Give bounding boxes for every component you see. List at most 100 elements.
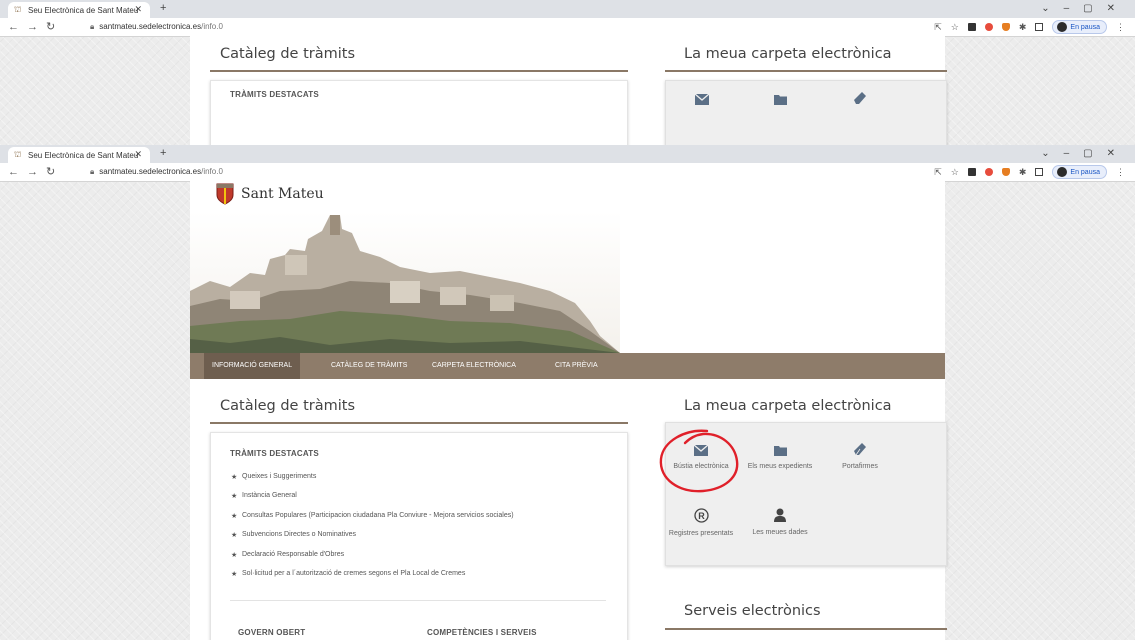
extensions-toolbar: ⇱ ☆ ✱ En pausa ⋮ bbox=[934, 20, 1125, 34]
folder-item-registres[interactable]: R Registres presentats bbox=[661, 508, 741, 538]
nav-informacio-general[interactable]: INFORMACIÓ GENERAL bbox=[204, 353, 301, 379]
adblock-extension-icon[interactable] bbox=[984, 168, 993, 176]
competencies-heading[interactable]: COMPETÈNCIES I SERVEIS bbox=[427, 628, 537, 637]
catalog-title: Catàleg de tràmits bbox=[220, 46, 356, 62]
coat-of-arms-icon bbox=[216, 183, 234, 205]
star-icon: ★ bbox=[231, 493, 238, 501]
url-field[interactable]: 🔒︎ santmateu.sedelectronica.es/info.0 bbox=[90, 167, 223, 177]
star-icon: ★ bbox=[231, 474, 238, 481]
town-name: Sant Mateu bbox=[241, 186, 324, 202]
folder-item-label: Registres presentats bbox=[668, 530, 734, 537]
url-field[interactable]: 🔒︎ santmateu.sedelectronica.es/info.0 bbox=[90, 22, 223, 32]
sign-pen-icon bbox=[854, 443, 866, 456]
featured-procedures-heading: TRÀMITS DESTACATS bbox=[230, 90, 319, 99]
folder-title-rule bbox=[665, 70, 947, 72]
folder-item-label: Les meues dades bbox=[752, 529, 808, 536]
side-panel-icon[interactable] bbox=[1035, 23, 1044, 31]
registered-icon: R bbox=[693, 508, 709, 523]
procedure-link[interactable]: ★ Consultas Populares (Participacion ciud… bbox=[231, 512, 514, 531]
address-bar: ←→↻ 🔒︎ santmateu.sedelectronica.es/info.0… bbox=[0, 18, 1135, 37]
profile-button[interactable]: En pausa bbox=[1052, 165, 1107, 179]
tab-strip: ⛫ Seu Electrònica de Sant Mateu ✕ + ⌄–▢✕ bbox=[0, 145, 1135, 163]
navigation-buttons[interactable]: ←→↻ bbox=[8, 20, 63, 33]
shield-extension-icon[interactable] bbox=[1001, 168, 1010, 176]
share-icon[interactable]: ⇱ bbox=[934, 167, 942, 178]
section-divider bbox=[230, 600, 606, 601]
folder-item-label: Portafirmes bbox=[842, 463, 878, 470]
star-icon: ★ bbox=[231, 532, 238, 540]
procedure-link[interactable]: ★ Queixes i Suggeriments bbox=[231, 473, 514, 492]
catalog-title-rule bbox=[210, 422, 628, 424]
nav-cataleg-tramits[interactable]: CATÀLEG DE TRÀMITS bbox=[331, 353, 407, 379]
browser-tab[interactable]: ⛫ Seu Electrònica de Sant Mateu ✕ bbox=[8, 147, 150, 163]
procedure-link[interactable]: ★ Instància General bbox=[231, 492, 514, 511]
url-path: /info.0 bbox=[201, 167, 223, 176]
catalog-title-rule bbox=[210, 70, 628, 72]
menu-kebab-icon[interactable]: ⋮ bbox=[1116, 167, 1125, 178]
navigation-buttons[interactable]: ←→↻ bbox=[8, 165, 63, 178]
star-icon: ★ bbox=[231, 512, 238, 520]
puzzle-extensions-icon[interactable]: ✱ bbox=[1019, 167, 1027, 178]
lock-icon: 🔒︎ bbox=[90, 167, 95, 176]
folder-item-expedients[interactable]: Els meus expedients bbox=[740, 445, 820, 471]
browser-tab[interactable]: ⛫ Seu Electrònica de Sant Mateu ✕ bbox=[8, 2, 150, 18]
svg-text:R: R bbox=[698, 511, 705, 521]
adblock-extension-icon[interactable] bbox=[984, 23, 993, 31]
extension-icon[interactable] bbox=[967, 168, 976, 176]
web-page: Catàleg de tràmits TRÀMITS DESTACATS La … bbox=[190, 36, 947, 145]
procedure-link[interactable]: ★ Declaració Responsable d'Obres bbox=[231, 551, 514, 570]
new-tab-button[interactable]: + bbox=[160, 2, 166, 14]
share-icon[interactable]: ⇱ bbox=[934, 22, 942, 33]
envelope-icon[interactable] bbox=[695, 94, 709, 105]
featured-procedures-list: ★ Queixes i Suggeriments ★ Instància Gener… bbox=[231, 473, 514, 589]
nav-cita-previa[interactable]: CITA PRÈVIA bbox=[555, 353, 598, 379]
menu-kebab-icon[interactable]: ⋮ bbox=[1116, 22, 1125, 33]
window-controls[interactable]: ⌄–▢✕ bbox=[1041, 148, 1129, 159]
folder-item-dades[interactable]: Les meues dades bbox=[740, 508, 820, 537]
url-host: santmateu.sedelectronica.es bbox=[99, 167, 202, 176]
site-favicon-icon: ⛫ bbox=[14, 150, 22, 159]
puzzle-extensions-icon[interactable]: ✱ bbox=[1019, 22, 1027, 33]
govern-obert-heading[interactable]: GOVERN OBERT bbox=[238, 628, 305, 637]
extension-icon[interactable] bbox=[967, 23, 976, 31]
folder-icon[interactable] bbox=[774, 94, 787, 105]
side-panel-icon[interactable] bbox=[1035, 168, 1044, 176]
lock-icon: 🔒︎ bbox=[90, 22, 95, 31]
sign-pen-icon[interactable] bbox=[854, 92, 866, 105]
star-icon: ★ bbox=[231, 570, 238, 578]
services-title: Serveis electrònics bbox=[684, 603, 821, 619]
close-tab-icon[interactable]: ✕ bbox=[134, 149, 142, 160]
window-controls[interactable]: ⌄–▢✕ bbox=[1041, 3, 1129, 14]
bookmark-star-icon[interactable]: ☆ bbox=[951, 22, 959, 33]
main-navigation: INFORMACIÓ GENERAL CATÀLEG DE TRÀMITS CA… bbox=[190, 353, 945, 379]
site-favicon-icon: ⛫ bbox=[14, 5, 22, 14]
shield-extension-icon[interactable] bbox=[1001, 23, 1010, 31]
folder-item-label: Els meus expedients bbox=[747, 463, 813, 470]
folder-panel bbox=[665, 80, 947, 145]
new-tab-button[interactable]: + bbox=[160, 147, 166, 159]
web-page: Sant Mateu INFORMACIÓ GENERAL CATÀLEG DE… bbox=[190, 181, 947, 640]
folder-title: La meua carpeta electrònica bbox=[684, 398, 892, 414]
catalog-panel: TRÀMITS DESTACATS ★ Queixes i Suggeriment… bbox=[210, 432, 628, 640]
folder-icon bbox=[773, 446, 787, 456]
tab-strip: ⛫ Seu Electrònica de Sant Mateu ✕ + ⌄–▢✕ bbox=[0, 0, 1135, 18]
profile-button[interactable]: En pausa bbox=[1052, 20, 1107, 34]
avatar bbox=[1057, 167, 1068, 177]
nav-carpeta-electronica[interactable]: CARPETA ELECTRÒNICA bbox=[432, 353, 516, 379]
bookmark-star-icon[interactable]: ☆ bbox=[951, 167, 959, 178]
annotation-circle bbox=[659, 429, 739, 493]
url-path: /info.0 bbox=[201, 22, 223, 31]
folder-item-portafirmes[interactable]: Portafirmes bbox=[820, 443, 900, 471]
url-host: santmateu.sedelectronica.es bbox=[99, 22, 202, 31]
procedure-link[interactable]: ★ Sol·licitud per a l´autorització de cre… bbox=[231, 570, 514, 589]
services-title-rule bbox=[665, 628, 947, 630]
procedure-link[interactable]: ★ Subvencions Directes o Nominatives bbox=[231, 531, 514, 550]
browser-window-background: ⛫ Seu Electrònica de Sant Mateu ✕ + ⌄–▢✕… bbox=[0, 0, 1135, 145]
town-panorama-image bbox=[190, 211, 620, 353]
catalog-panel: TRÀMITS DESTACATS bbox=[210, 80, 628, 145]
close-tab-icon[interactable]: ✕ bbox=[134, 4, 142, 15]
profile-status: En pausa bbox=[1070, 23, 1100, 31]
user-icon bbox=[774, 508, 786, 522]
profile-status: En pausa bbox=[1070, 168, 1100, 176]
address-bar: ←→↻ 🔒︎ santmateu.sedelectronica.es/info.0… bbox=[0, 163, 1135, 182]
